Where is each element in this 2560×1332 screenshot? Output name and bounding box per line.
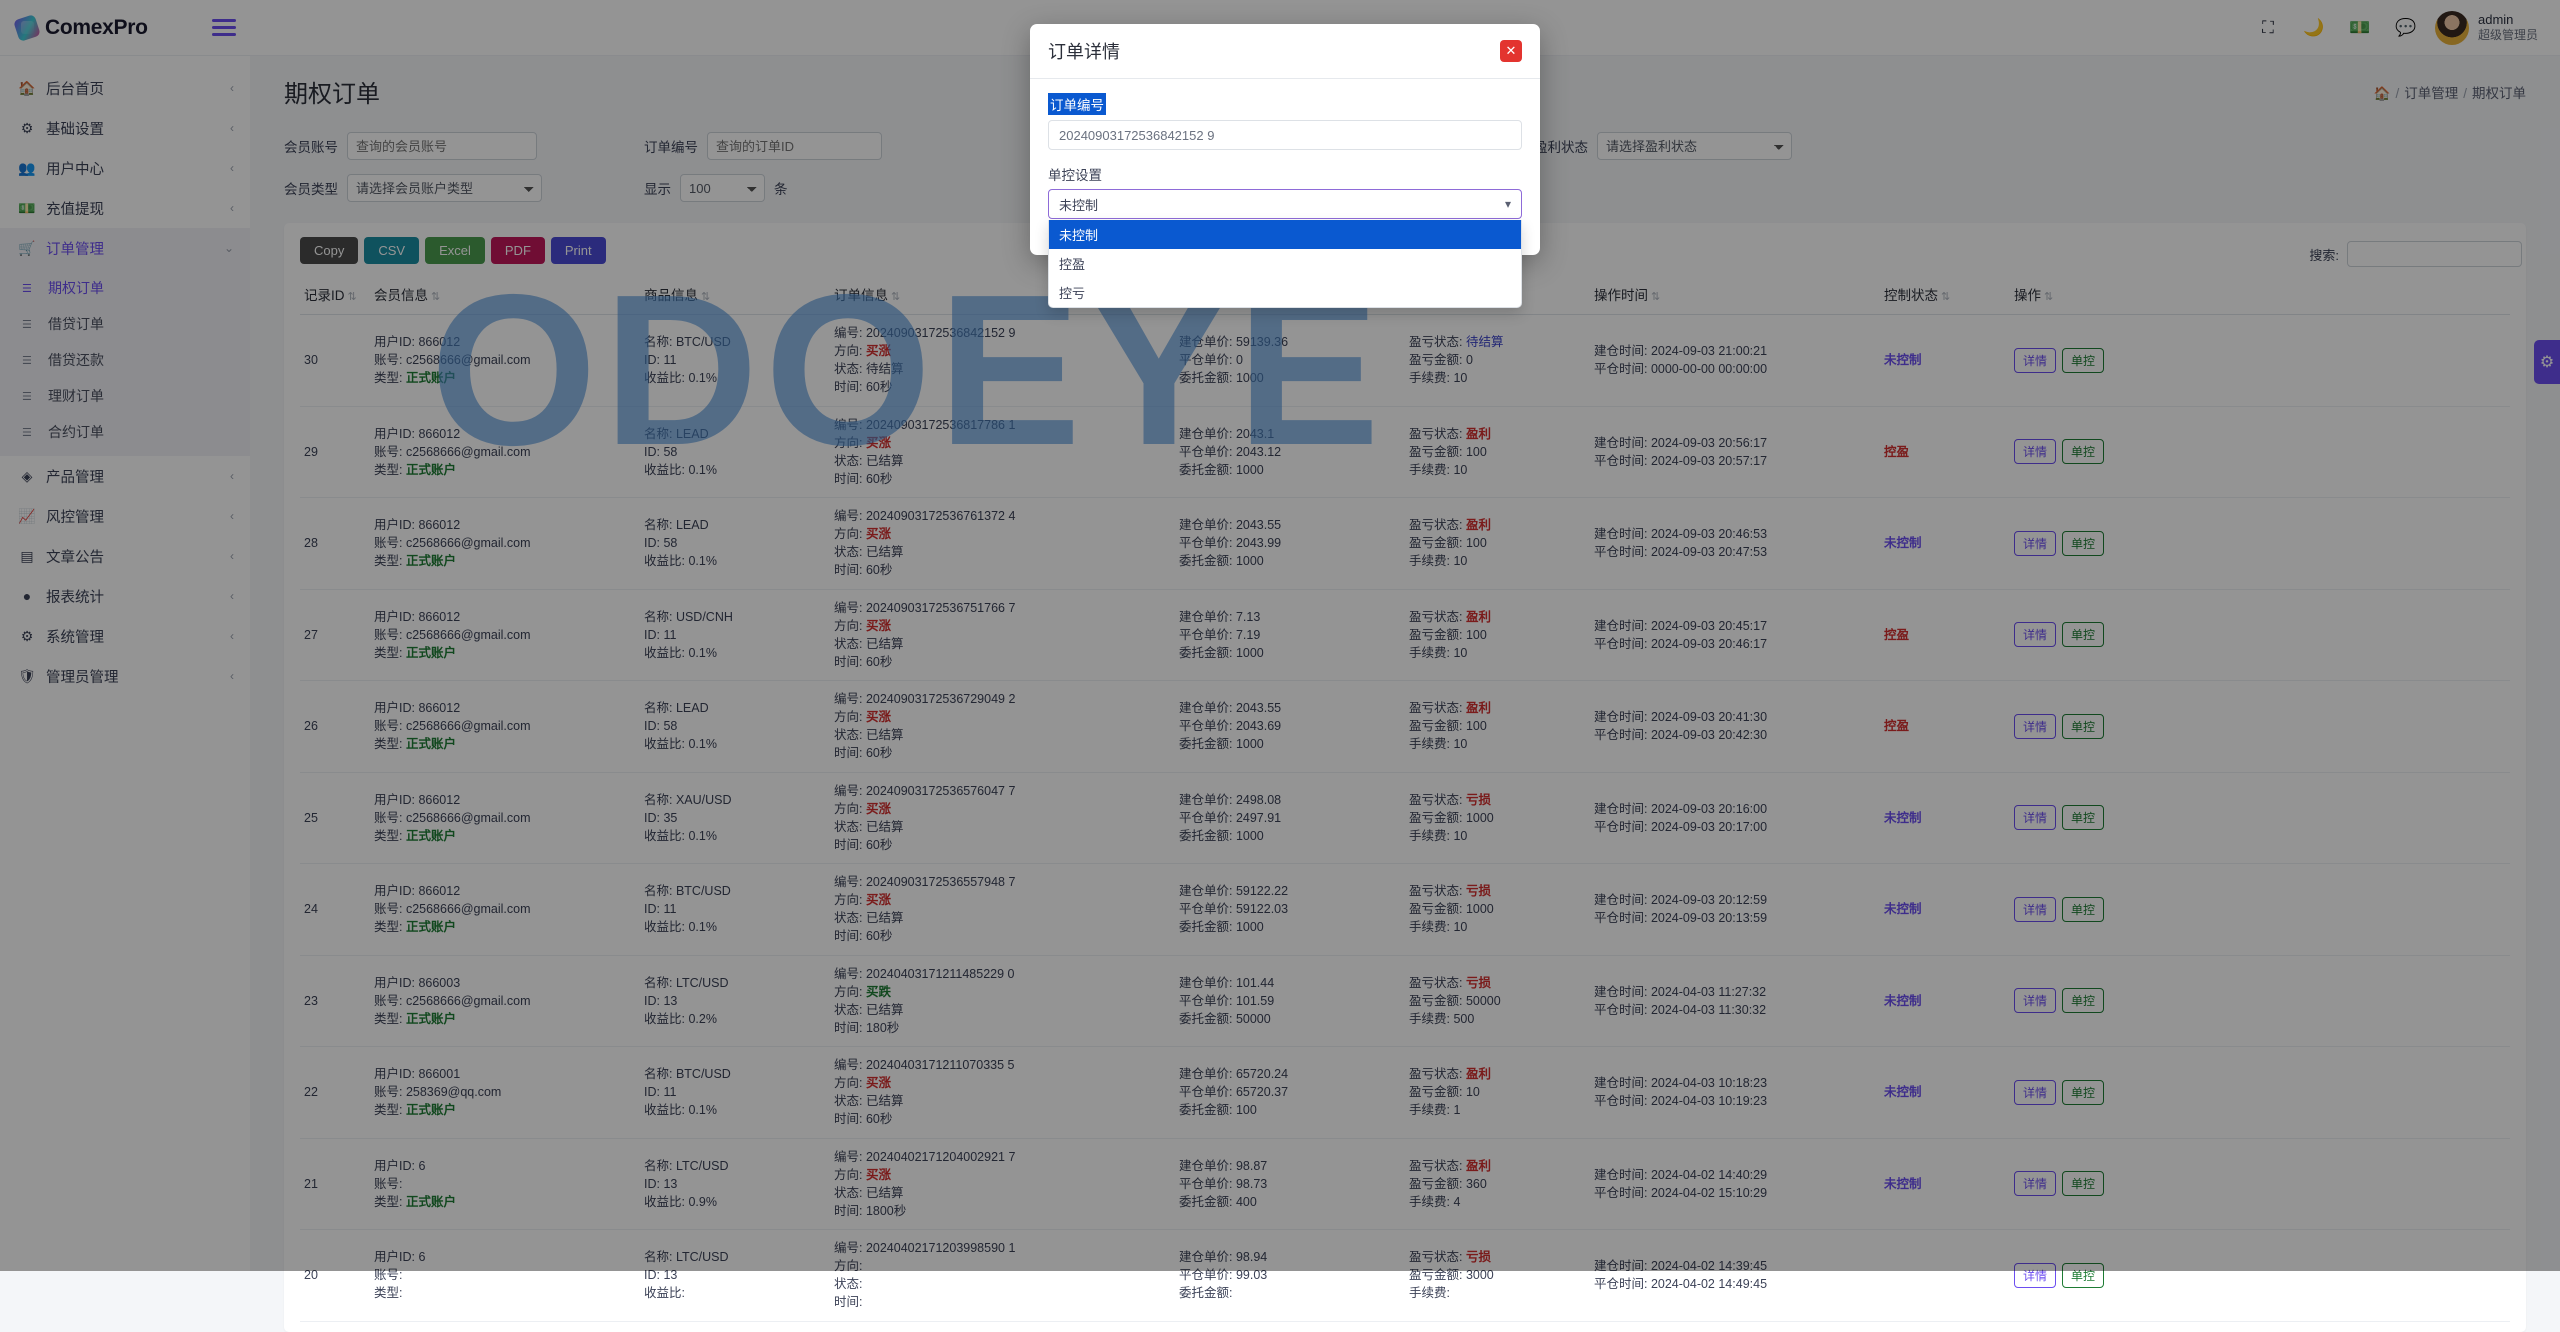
modal-body: 订单编号 单控设置 未控制 ▾ 未控制 控盈 控亏: [1030, 79, 1540, 255]
close-icon[interactable]: ✕: [1500, 40, 1522, 62]
control-setting-label: 单控设置: [1048, 164, 1522, 184]
control-setting-options: 未控制 控盈 控亏: [1048, 220, 1522, 308]
control-setting-select[interactable]: 未控制 ▾: [1048, 189, 1522, 219]
control-setting-value: 未控制: [1059, 195, 1098, 214]
order-no-field: 订单编号: [1048, 93, 1522, 150]
modal-title: 订单详情: [1048, 38, 1120, 64]
control-setting-select-wrap: 未控制 ▾ 未控制 控盈 控亏: [1048, 189, 1522, 219]
option-control-profit[interactable]: 控盈: [1049, 249, 1521, 278]
chevron-down-icon: ▾: [1505, 197, 1511, 211]
option-control-loss[interactable]: 控亏: [1049, 278, 1521, 307]
order-detail-modal: 订单详情 ✕ 订单编号 单控设置 未控制 ▾ 未控制 控盈 控亏: [1030, 24, 1540, 255]
order-no-input[interactable]: [1048, 120, 1522, 150]
modal-header: 订单详情 ✕: [1030, 24, 1540, 79]
order-no-label: 订单编号: [1048, 93, 1106, 115]
control-setting-field: 单控设置 未控制 ▾ 未控制 控盈 控亏: [1048, 164, 1522, 219]
option-uncontrolled[interactable]: 未控制: [1049, 220, 1521, 249]
